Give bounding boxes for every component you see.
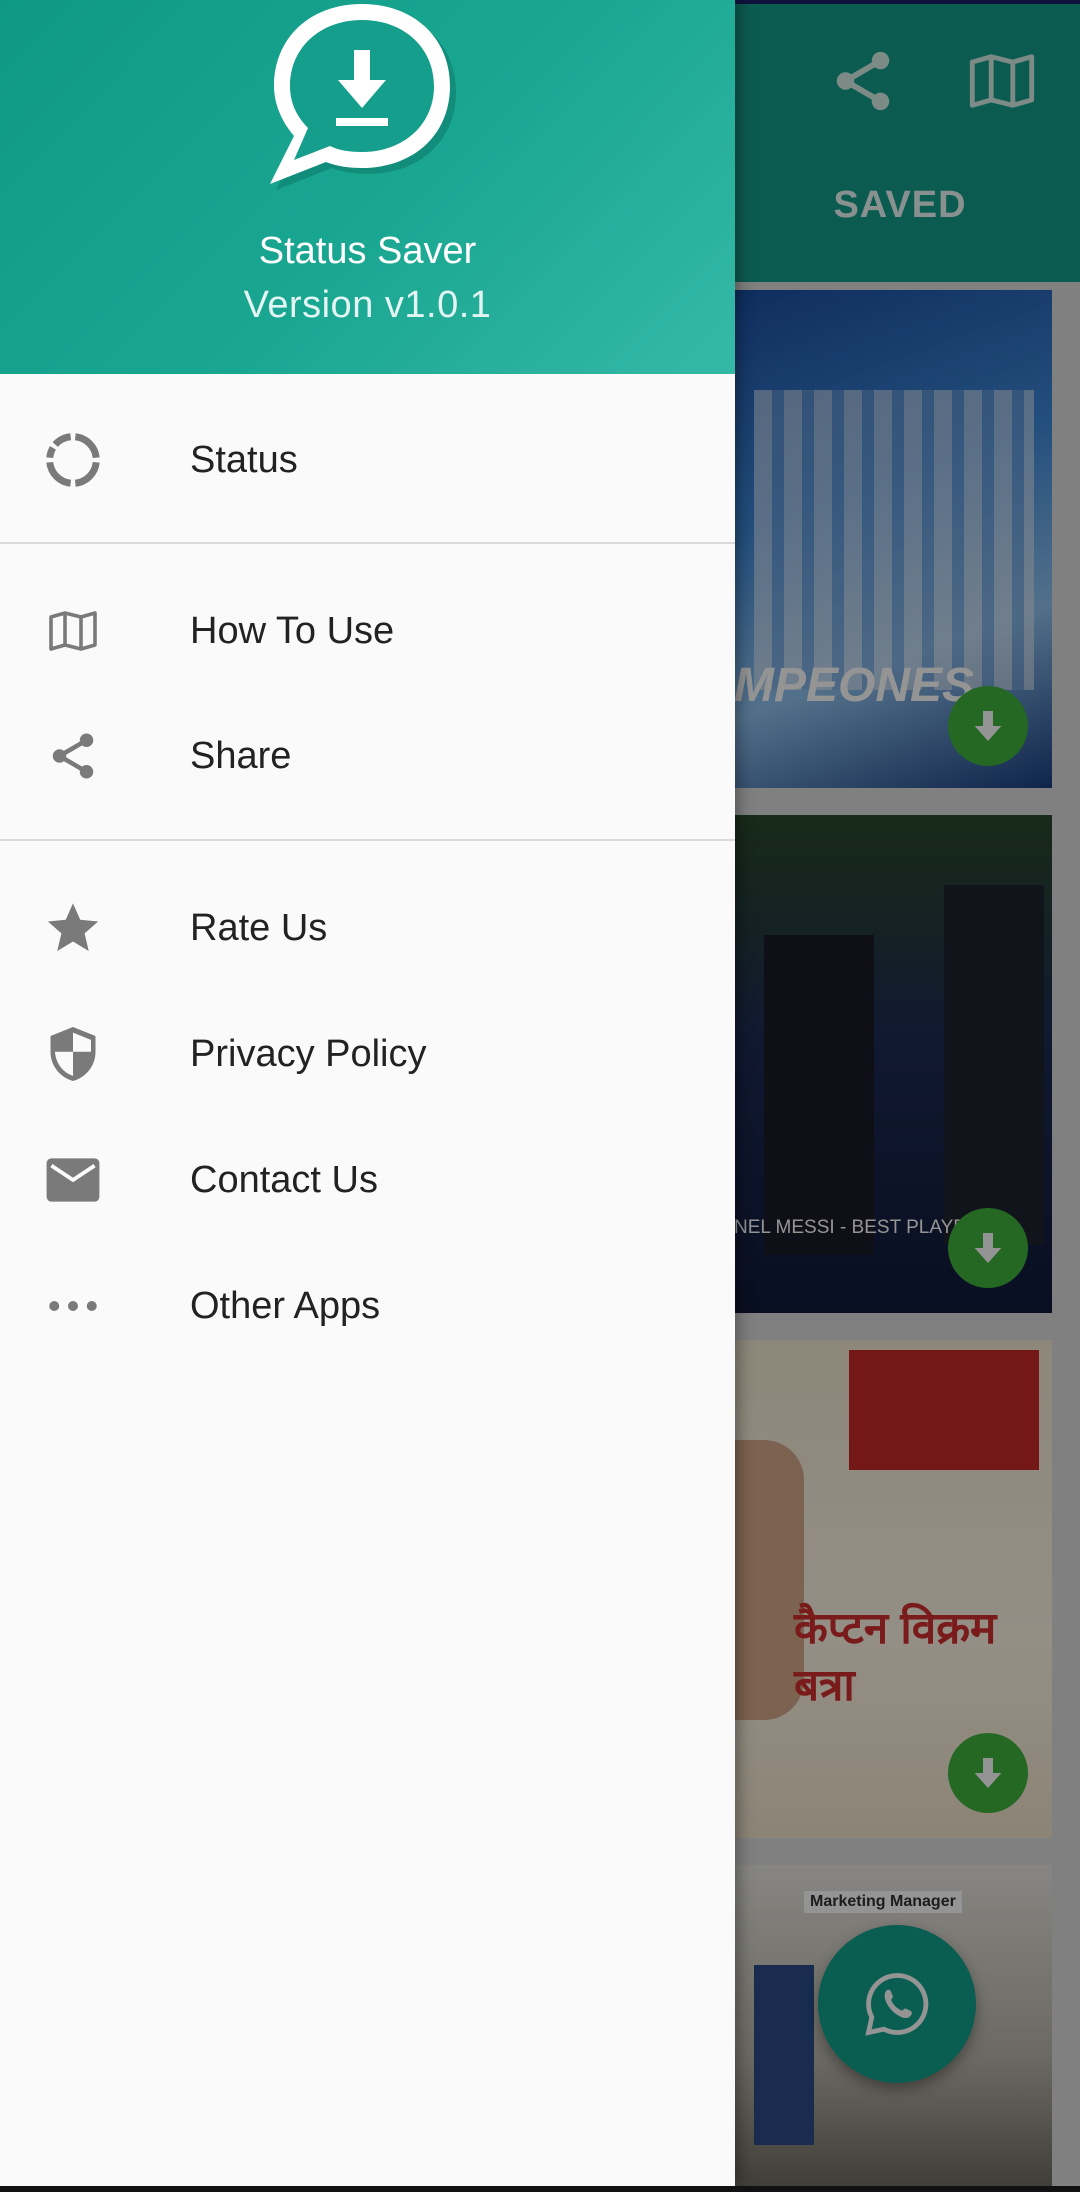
menu-item-label: Rate Us [190,906,328,949]
menu-item-label: Status [190,438,298,481]
app-name: Status Saver [258,230,477,272]
divider [0,839,735,841]
menu-item-contact-us[interactable]: Contact Us [0,1125,735,1235]
menu-item-status[interactable]: Status [0,405,735,515]
menu-item-label: Share [190,734,292,777]
menu-item-how-to-use[interactable]: How To Use [0,576,735,686]
more-dots-icon [40,1273,106,1339]
shield-icon [40,1021,106,1087]
app-version: Version v1.0.1 [243,284,492,326]
drawer-header: Status Saver Version v1.0.1 [0,0,735,374]
map-icon [40,598,106,664]
star-icon [40,895,106,961]
menu-item-label: Contact Us [190,1158,378,1201]
system-nav-bar [0,2186,1080,2192]
menu-item-privacy-policy[interactable]: Privacy Policy [0,999,735,1109]
navigation-drawer: Status Saver Version v1.0.1 Status How T… [0,0,735,2186]
mail-icon [40,1147,106,1213]
status-ring-icon [40,427,106,493]
menu-item-label: How To Use [190,609,395,652]
app-logo-icon [264,0,460,190]
menu-item-other-apps[interactable]: Other Apps [0,1251,735,1361]
share-icon [40,723,106,789]
menu-item-label: Other Apps [190,1284,381,1327]
menu-item-share[interactable]: Share [0,701,735,811]
menu-item-label: Privacy Policy [190,1032,427,1075]
divider [0,542,735,544]
menu-item-rate-us[interactable]: Rate Us [0,873,735,983]
